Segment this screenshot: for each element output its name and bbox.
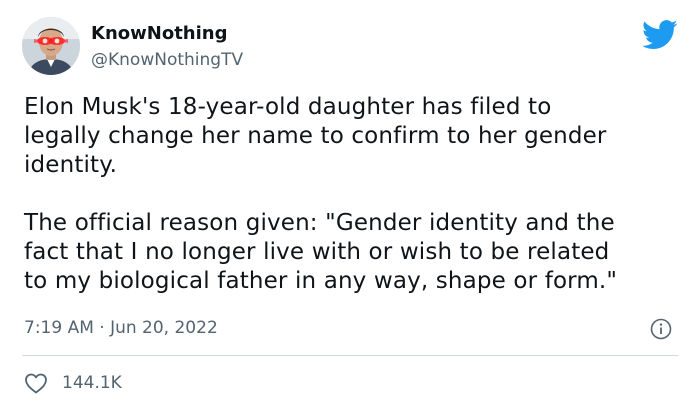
twitter-bird-icon[interactable] — [642, 20, 678, 50]
info-icon[interactable] — [650, 318, 672, 340]
avatar-image — [22, 17, 80, 75]
like-count: 144.1K — [62, 373, 122, 393]
tweet-card: KnowNothing @KnowNothingTV Elon Musk's 1… — [0, 0, 700, 410]
avatar[interactable] — [22, 17, 80, 75]
heart-icon — [25, 373, 47, 394]
author-display-name[interactable]: KnowNothing — [91, 23, 227, 44]
divider — [22, 355, 678, 356]
tweet-paragraph: The official reason given: "Gender ident… — [24, 210, 618, 294]
tweet-text: Elon Musk's 18-year-old daughter has fil… — [24, 93, 684, 296]
author-handle[interactable]: @KnowNothingTV — [91, 50, 243, 70]
like-button[interactable]: 144.1K — [24, 370, 122, 396]
tweet-timestamp[interactable]: 7:19 AM · Jun 20, 2022 — [24, 318, 218, 338]
tweet-paragraph: Elon Musk's 18-year-old daughter has fil… — [24, 94, 607, 178]
